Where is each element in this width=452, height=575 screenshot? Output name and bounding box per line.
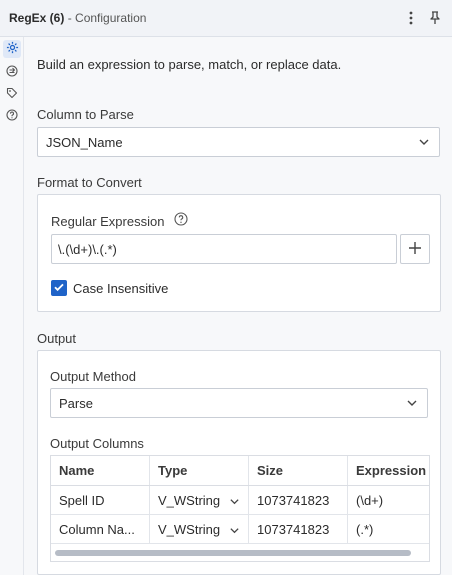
add-expression-button[interactable] (400, 234, 430, 264)
checkmark-icon (53, 281, 65, 296)
panel-titlebar: RegEx (6) - Configuration (0, 0, 452, 37)
column-header-size[interactable]: Size (249, 456, 348, 485)
tag-icon (6, 87, 18, 102)
pin-icon[interactable] (427, 10, 443, 26)
cell-type-select[interactable]: V_WString (150, 486, 249, 514)
output-method-select[interactable]: Parse (50, 388, 428, 418)
horizontal-scrollbar[interactable] (55, 550, 411, 556)
table-row[interactable]: Spell ID V_WString 1073741823 (\d+) (51, 486, 429, 515)
output-columns-grid: Name Type Size Expression Spell ID V_WSt… (50, 455, 430, 562)
output-label: Output (37, 331, 77, 346)
format-to-convert-label: Format to Convert (37, 175, 142, 190)
configuration-panel: Build an expression to parse, match, or … (24, 37, 452, 575)
more-options-icon[interactable] (403, 10, 419, 26)
arrows-icon (6, 64, 18, 80)
gear-icon (6, 41, 19, 57)
sidebar-item-tags[interactable] (3, 85, 21, 103)
chevron-down-icon (229, 524, 240, 535)
plus-icon (408, 241, 422, 258)
sidebar-item-configuration[interactable] (3, 40, 21, 58)
regular-expression-label: Regular Expression (51, 214, 165, 229)
cell-expression: (.*) (356, 521, 374, 537)
column-header-expression[interactable]: Expression (348, 456, 429, 485)
panel-title: RegEx (6) - Configuration (9, 11, 146, 25)
chevron-down-icon (229, 495, 240, 506)
intro-text: Build an expression to parse, match, or … (37, 57, 342, 72)
grid-header-row: Name Type Size Expression (51, 456, 429, 486)
tool-name: RegEx (6) (9, 11, 65, 25)
regular-expression-input[interactable] (51, 234, 397, 264)
sidebar-item-help[interactable] (3, 107, 21, 125)
output-columns-label: Output Columns (50, 436, 144, 451)
help-icon (6, 108, 18, 124)
format-to-convert-card: Regular Expression Case Insensitive (37, 194, 441, 312)
case-insensitive-checkbox[interactable] (51, 280, 67, 296)
cell-name[interactable]: Column Na... (51, 515, 150, 543)
column-to-parse-select[interactable]: JSON_Name (37, 127, 440, 157)
cell-type-value: V_WString (158, 521, 221, 537)
cell-type-value: V_WString (158, 492, 221, 508)
column-header-type[interactable]: Type (150, 456, 249, 485)
column-to-parse-value: JSON_Name (46, 134, 123, 150)
table-row[interactable]: Column Na... V_WString 1073741823 (.*) (51, 515, 429, 544)
chevron-down-icon (418, 136, 430, 148)
cell-size[interactable]: 1073741823 (249, 515, 348, 543)
left-sidebar (0, 37, 24, 575)
output-method-value: Parse (59, 395, 93, 411)
output-method-label: Output Method (50, 369, 136, 384)
column-to-parse-label: Column to Parse (37, 107, 134, 122)
cell-size[interactable]: 1073741823 (249, 486, 348, 514)
cell-name[interactable]: Spell ID (51, 486, 150, 514)
case-insensitive-label[interactable]: Case Insensitive (73, 281, 168, 296)
help-icon[interactable] (174, 212, 188, 229)
chevron-down-icon (406, 397, 418, 409)
panel-subtitle: - Configuration (67, 11, 147, 25)
column-header-name[interactable]: Name (51, 456, 150, 485)
cell-type-select[interactable]: V_WString (150, 515, 249, 543)
cell-expression: (\d+) (356, 492, 384, 508)
sidebar-item-annotation[interactable] (3, 63, 21, 81)
